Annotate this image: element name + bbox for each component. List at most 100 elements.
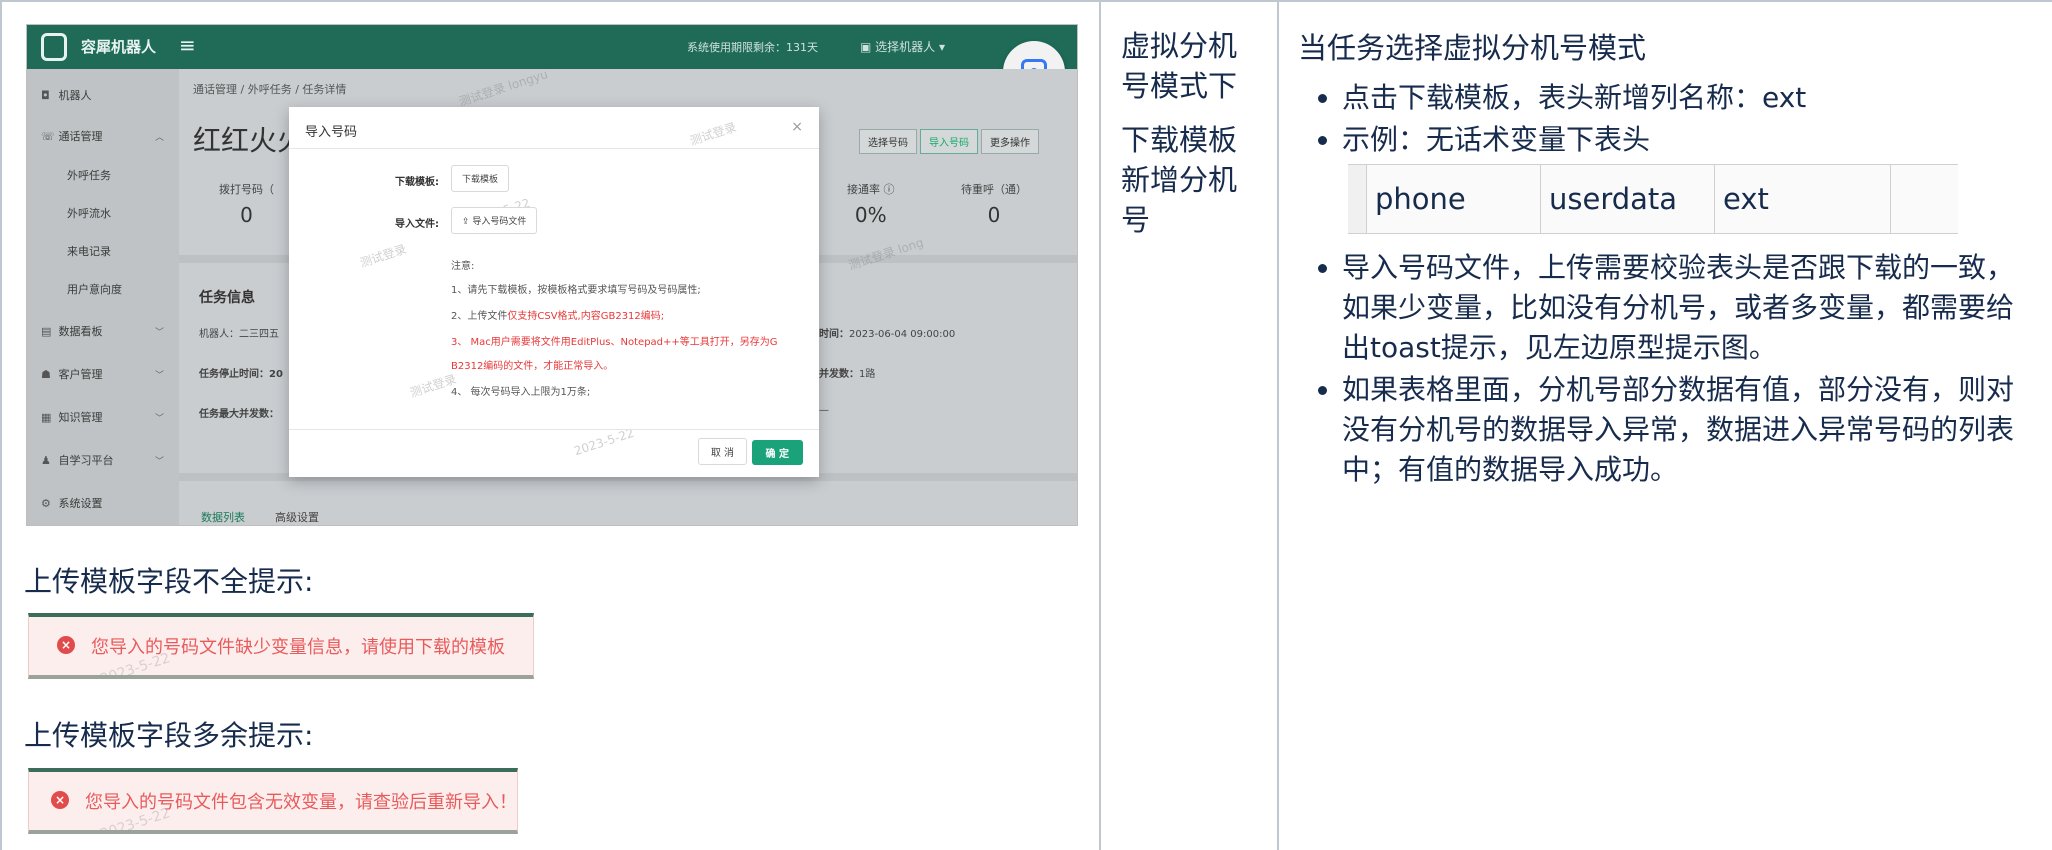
task-concurrency-value: 1路 xyxy=(859,369,876,380)
menu-icon[interactable]: ≡ xyxy=(179,33,196,57)
stat-value: 0 xyxy=(240,203,253,227)
task-max-concurrency: 任务最大并发数： xyxy=(199,409,279,420)
label-missing-fields: 上传模板字段不全提示: xyxy=(24,565,314,598)
sidebar: ◘ 机器人 ☏ 通话管理 ︿ 外呼任务 外呼流水 来电记录 用户意向度 ▤ 数据… xyxy=(27,69,179,525)
stat-label: 接通率 xyxy=(847,183,880,196)
sidebar-item-knowledge[interactable]: ▦ 知识管理 xyxy=(41,409,103,425)
sidebar-subitem-incoming[interactable]: 来电记录 xyxy=(67,243,111,259)
info-icon: ⓘ xyxy=(883,183,895,196)
description-lead: 当任务选择虚拟分机号模式 xyxy=(1298,31,1647,65)
table-row-gutter xyxy=(1348,165,1366,233)
stat-connect-rate: 接通率 ⓘ 0% xyxy=(847,181,895,227)
cancel-button[interactable]: 取 消 xyxy=(697,438,747,465)
sidebar-item-customer[interactable]: ☗ 客户管理 xyxy=(41,366,103,382)
more-actions-button[interactable]: 更多操作 xyxy=(981,129,1039,154)
task-robot: 机器人：二三四五 xyxy=(199,329,279,340)
list-item: 示例：无话术变量下表头 xyxy=(1312,120,2034,160)
import-number-modal: 导入号码 × 测试登录 2023-5-22 测试登录 测试登录 2023-5-2… xyxy=(289,107,819,477)
table-header-cell-empty xyxy=(1890,165,1958,233)
task-stop-time: 任务停止时间：20 xyxy=(199,369,283,380)
app-name: 容犀机器人 xyxy=(81,38,157,56)
stat-label: 待重呼（通） xyxy=(961,183,1027,196)
action-buttons: 选择号码 导入号码 更多操作 xyxy=(859,129,1042,154)
sidebar-item-label: 通话管理 xyxy=(58,130,103,143)
sidebar-item-learning[interactable]: ♟ 自学习平台 xyxy=(41,452,114,468)
toast-extra-fields: × 您导入的号码文件包含无效变量，请查验后重新导入！ 2023-5-22 xyxy=(28,768,518,834)
example-header-table: phone userdata ext xyxy=(1348,164,1958,234)
list-item: 导入号码文件，上传需要校验表头是否跟下载的一致，如果少变量，比如没有分机号，或者… xyxy=(1312,248,2034,368)
stat-label: 拨打号码（ xyxy=(219,183,274,196)
chevron-up-icon: ︿ xyxy=(155,133,165,143)
stat-value: 0 xyxy=(987,203,1001,227)
sidebar-item-settings[interactable]: ⚙ 系统设置 xyxy=(41,495,103,511)
phone-icon: ☏ xyxy=(41,130,55,143)
table-divider-2 xyxy=(1277,2,1279,850)
task-concurrency: 并发数：1路 xyxy=(819,365,875,380)
task-time-value: 2023-06-04 09:00:00 xyxy=(849,329,956,340)
sidebar-item-robot[interactable]: ◘ 机器人 xyxy=(41,87,92,103)
app-logo-icon xyxy=(41,33,67,61)
learn-icon: ♟ xyxy=(41,454,51,467)
select-number-button[interactable]: 选择号码 xyxy=(859,129,917,154)
chevron-down-icon: ﹀ xyxy=(155,371,165,381)
feature-cell: 虚拟分机号模式下 下载模板新增分机号 xyxy=(1103,4,1277,850)
feature-mode: 虚拟分机号模式下 xyxy=(1121,29,1238,103)
sidebar-item-label: 客户管理 xyxy=(58,368,103,381)
note-title: 注意: xyxy=(451,261,475,272)
import-file-label: 导入文件: xyxy=(395,219,439,230)
note-2-prefix: 2、上传文件 xyxy=(451,311,508,322)
chevron-down-icon: ﹀ xyxy=(155,457,165,467)
tab-data-list[interactable]: 数据列表 xyxy=(201,509,245,525)
table-header-cell: userdata xyxy=(1540,165,1714,233)
sidebar-subitem-outbound-flow[interactable]: 外呼流水 xyxy=(67,205,111,221)
table-header-cell: phone xyxy=(1366,165,1540,233)
note-3b: B2312编码的文件，才能正常导入。 xyxy=(451,361,614,372)
confirm-button[interactable]: 确 定 xyxy=(751,440,803,465)
table-divider-1 xyxy=(1099,2,1101,850)
prototype-screenshot: 容犀机器人 ≡ 系统使用期限剩余：131天 ▣ 选择机器人 ▾ ◘ 机器人 ☏ … xyxy=(26,24,1078,526)
breadcrumb: 通话管理 / 外呼任务 / 任务详情 xyxy=(193,83,347,96)
import-file-button[interactable]: ⇪ 导入号码文件 xyxy=(451,207,538,234)
sidebar-item-label: 数据看板 xyxy=(58,325,103,338)
note-4: 4、 每次号码导入上限为1万条; xyxy=(451,387,591,398)
watermark: 测试登录 xyxy=(358,241,409,271)
sidebar-subitem-outbound-task[interactable]: 外呼任务 xyxy=(67,167,111,183)
book-icon: ▦ xyxy=(41,411,52,424)
prototype-cell: 容犀机器人 ≡ 系统使用期限剩余：131天 ▣ 选择机器人 ▾ ◘ 机器人 ☏ … xyxy=(2,4,1098,850)
chart-icon: ▤ xyxy=(41,325,52,338)
label-extra-fields: 上传模板字段多余提示: xyxy=(24,719,314,752)
import-number-button[interactable]: 导入号码 xyxy=(920,129,978,154)
download-template-button[interactable]: 下载模板 xyxy=(451,165,510,192)
sidebar-item-call[interactable]: ☏ 通话管理 xyxy=(41,128,103,144)
select-robot-dropdown[interactable]: ▣ 选择机器人 ▾ xyxy=(860,38,945,55)
settings-icon: ⚙ xyxy=(41,497,51,510)
close-icon[interactable]: × xyxy=(791,119,803,135)
modal-header: 导入号码 × xyxy=(289,107,819,149)
stat-value: 0% xyxy=(854,203,887,227)
description-list: 点击下载模板，表头新增列名称：ext 示例：无话术变量下表头 xyxy=(1298,78,2034,160)
document-table: 容犀机器人 ≡ 系统使用期限剩余：131天 ▣ 选择机器人 ▾ ◘ 机器人 ☏ … xyxy=(0,0,2052,850)
robot-icon: ◘ xyxy=(41,89,50,102)
note-3a: 3、 Mac用户需要将文件用EditPlus、Notepad++等工具打开，另存… xyxy=(451,337,778,348)
task-time: 时间：2023-06-04 09:00:00 xyxy=(819,325,955,340)
description-cell: 当任务选择虚拟分机号模式 点击下载模板，表头新增列名称：ext 示例：无话术变量… xyxy=(1280,4,2052,850)
sidebar-subitem-intention[interactable]: 用户意向度 xyxy=(67,281,122,297)
list-item: 点击下载模板，表头新增列名称：ext xyxy=(1312,78,2034,118)
system-notice: 系统使用期限剩余：131天 xyxy=(687,41,818,54)
sidebar-item-label: 自学习平台 xyxy=(58,454,114,467)
stat-redial: 待重呼（通） 0 xyxy=(961,181,1027,227)
sidebar-item-dashboard[interactable]: ▤ 数据看板 xyxy=(41,323,103,339)
description-list-2: 导入号码文件，上传需要校验表头是否跟下载的一致，如果少变量，比如没有分机号，或者… xyxy=(1298,248,2034,490)
chevron-down-icon: ﹀ xyxy=(155,414,165,424)
sidebar-item-label: 知识管理 xyxy=(58,411,103,424)
task-info-title: 任务信息 xyxy=(199,290,255,306)
error-icon: × xyxy=(57,636,75,654)
task-time-label: 时间： xyxy=(819,329,849,340)
stat-dialed: 拨打号码（ 0 xyxy=(219,181,274,227)
download-template-label: 下载模板: xyxy=(395,177,439,188)
error-icon: × xyxy=(51,791,69,809)
tab-advanced-settings[interactable]: 高级设置 xyxy=(275,509,319,525)
note-2: 2、上传文件仅支持CSV格式,内容GB2312编码; xyxy=(451,307,664,322)
users-icon: ☗ xyxy=(41,368,51,381)
select-robot-label: 选择机器人 xyxy=(875,40,936,54)
